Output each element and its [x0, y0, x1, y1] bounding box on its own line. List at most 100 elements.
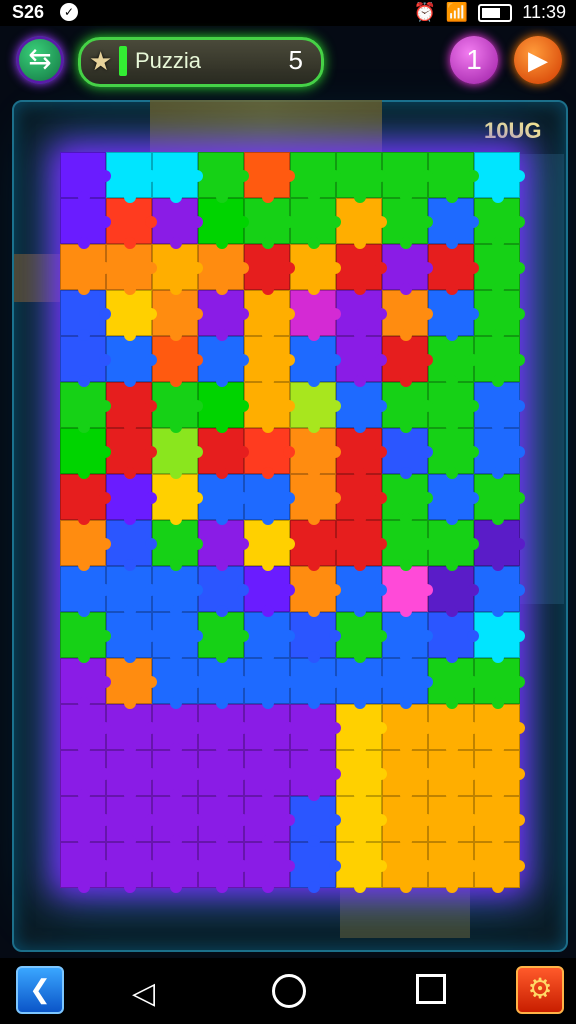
puzzle-piece[interactable]: [474, 658, 525, 709]
puzzle-piece[interactable]: [198, 842, 249, 893]
puzzle-piece[interactable]: [336, 428, 387, 479]
puzzle-piece[interactable]: [382, 566, 433, 617]
circle-home-icon[interactable]: [272, 974, 306, 1008]
puzzle-piece[interactable]: [290, 612, 341, 663]
puzzle-piece[interactable]: [244, 382, 295, 433]
puzzle-piece[interactable]: [244, 474, 295, 525]
puzzle-piece[interactable]: [382, 382, 433, 433]
puzzle-piece[interactable]: [474, 428, 525, 479]
puzzle-piece[interactable]: [106, 842, 157, 893]
puzzle-piece[interactable]: [382, 198, 433, 249]
puzzle-piece[interactable]: [382, 658, 433, 709]
puzzle-piece[interactable]: [106, 750, 157, 801]
puzzle-piece[interactable]: [244, 152, 295, 203]
puzzle-piece[interactable]: [382, 520, 433, 571]
puzzle-piece[interactable]: [336, 152, 387, 203]
puzzle-piece[interactable]: [60, 382, 111, 433]
puzzle-piece[interactable]: [290, 474, 341, 525]
puzzle-piece[interactable]: [290, 796, 341, 847]
puzzle-piece[interactable]: [336, 750, 387, 801]
puzzle-piece[interactable]: [474, 842, 525, 893]
puzzle-piece[interactable]: [336, 336, 387, 387]
puzzle-piece[interactable]: [60, 520, 111, 571]
puzzle-piece[interactable]: [244, 336, 295, 387]
puzzle-piece[interactable]: [428, 152, 479, 203]
puzzle-piece[interactable]: [198, 566, 249, 617]
puzzle-piece[interactable]: [106, 244, 157, 295]
puzzle-piece[interactable]: [474, 244, 525, 295]
puzzle-piece[interactable]: [382, 474, 433, 525]
puzzle-piece[interactable]: [198, 796, 249, 847]
puzzle-piece[interactable]: [244, 428, 295, 479]
puzzle-piece[interactable]: [428, 428, 479, 479]
puzzle-piece[interactable]: [428, 474, 479, 525]
loose-pieces-bottom[interactable]: [340, 888, 470, 938]
hint-button[interactable]: 1: [450, 36, 498, 84]
puzzle-piece[interactable]: [382, 796, 433, 847]
square-recents-icon[interactable]: [416, 974, 446, 1004]
puzzle-piece[interactable]: [106, 796, 157, 847]
puzzle-piece[interactable]: [244, 658, 295, 709]
puzzle-piece[interactable]: [290, 658, 341, 709]
puzzle-piece[interactable]: [60, 152, 111, 203]
puzzle-piece[interactable]: [106, 566, 157, 617]
puzzle-piece[interactable]: [474, 750, 525, 801]
puzzle-piece[interactable]: [290, 842, 341, 893]
puzzle-piece[interactable]: [60, 658, 111, 709]
puzzle-piece[interactable]: [474, 152, 525, 203]
puzzle-piece[interactable]: [290, 566, 341, 617]
puzzle-piece[interactable]: [60, 198, 111, 249]
puzzle-piece[interactable]: [198, 290, 249, 341]
puzzle-piece[interactable]: [198, 152, 249, 203]
puzzle-piece[interactable]: [106, 612, 157, 663]
puzzle-piece[interactable]: [428, 520, 479, 571]
puzzle-piece[interactable]: [336, 474, 387, 525]
puzzle-piece[interactable]: [106, 428, 157, 479]
puzzle-piece[interactable]: [152, 336, 203, 387]
puzzle-piece[interactable]: [198, 244, 249, 295]
puzzle-piece[interactable]: [428, 750, 479, 801]
puzzle-piece[interactable]: [244, 612, 295, 663]
puzzle-piece[interactable]: [198, 382, 249, 433]
puzzle-piece[interactable]: [336, 842, 387, 893]
puzzle-piece[interactable]: [290, 290, 341, 341]
puzzle-piece[interactable]: [60, 290, 111, 341]
puzzle-piece[interactable]: [382, 290, 433, 341]
puzzle-piece[interactable]: [474, 612, 525, 663]
puzzle-piece[interactable]: [106, 382, 157, 433]
puzzle-piece[interactable]: [152, 750, 203, 801]
puzzle-piece[interactable]: [60, 704, 111, 755]
puzzle-piece[interactable]: [60, 336, 111, 387]
puzzle-piece[interactable]: [106, 474, 157, 525]
puzzle-piece[interactable]: [244, 796, 295, 847]
puzzle-piece[interactable]: [244, 520, 295, 571]
puzzle-piece[interactable]: [152, 520, 203, 571]
triangle-back-icon[interactable]: ◁: [132, 976, 155, 1011]
puzzle-piece[interactable]: [382, 612, 433, 663]
loose-piece-left[interactable]: [14, 254, 60, 302]
puzzle-piece[interactable]: [474, 520, 525, 571]
puzzle-piece[interactable]: [244, 842, 295, 893]
puzzle-piece[interactable]: [336, 658, 387, 709]
back-button[interactable]: ⇆: [16, 36, 64, 84]
puzzle-piece[interactable]: [428, 842, 479, 893]
puzzle-piece[interactable]: [428, 612, 479, 663]
puzzle-piece[interactable]: [152, 658, 203, 709]
puzzle-piece[interactable]: [382, 336, 433, 387]
puzzle-piece[interactable]: [336, 198, 387, 249]
puzzle-piece[interactable]: [198, 612, 249, 663]
puzzle-piece[interactable]: [474, 704, 525, 755]
puzzle-piece[interactable]: [474, 198, 525, 249]
puzzle-piece[interactable]: [198, 520, 249, 571]
puzzle-piece[interactable]: [106, 658, 157, 709]
puzzle-piece[interactable]: [290, 704, 341, 755]
puzzle-piece[interactable]: [152, 474, 203, 525]
puzzle-piece[interactable]: [428, 566, 479, 617]
puzzle-piece[interactable]: [60, 566, 111, 617]
puzzle-piece[interactable]: [474, 290, 525, 341]
puzzle-piece[interactable]: [474, 336, 525, 387]
puzzle-piece[interactable]: [290, 336, 341, 387]
puzzle-piece[interactable]: [198, 658, 249, 709]
puzzle-piece[interactable]: [336, 612, 387, 663]
puzzle-piece[interactable]: [428, 198, 479, 249]
